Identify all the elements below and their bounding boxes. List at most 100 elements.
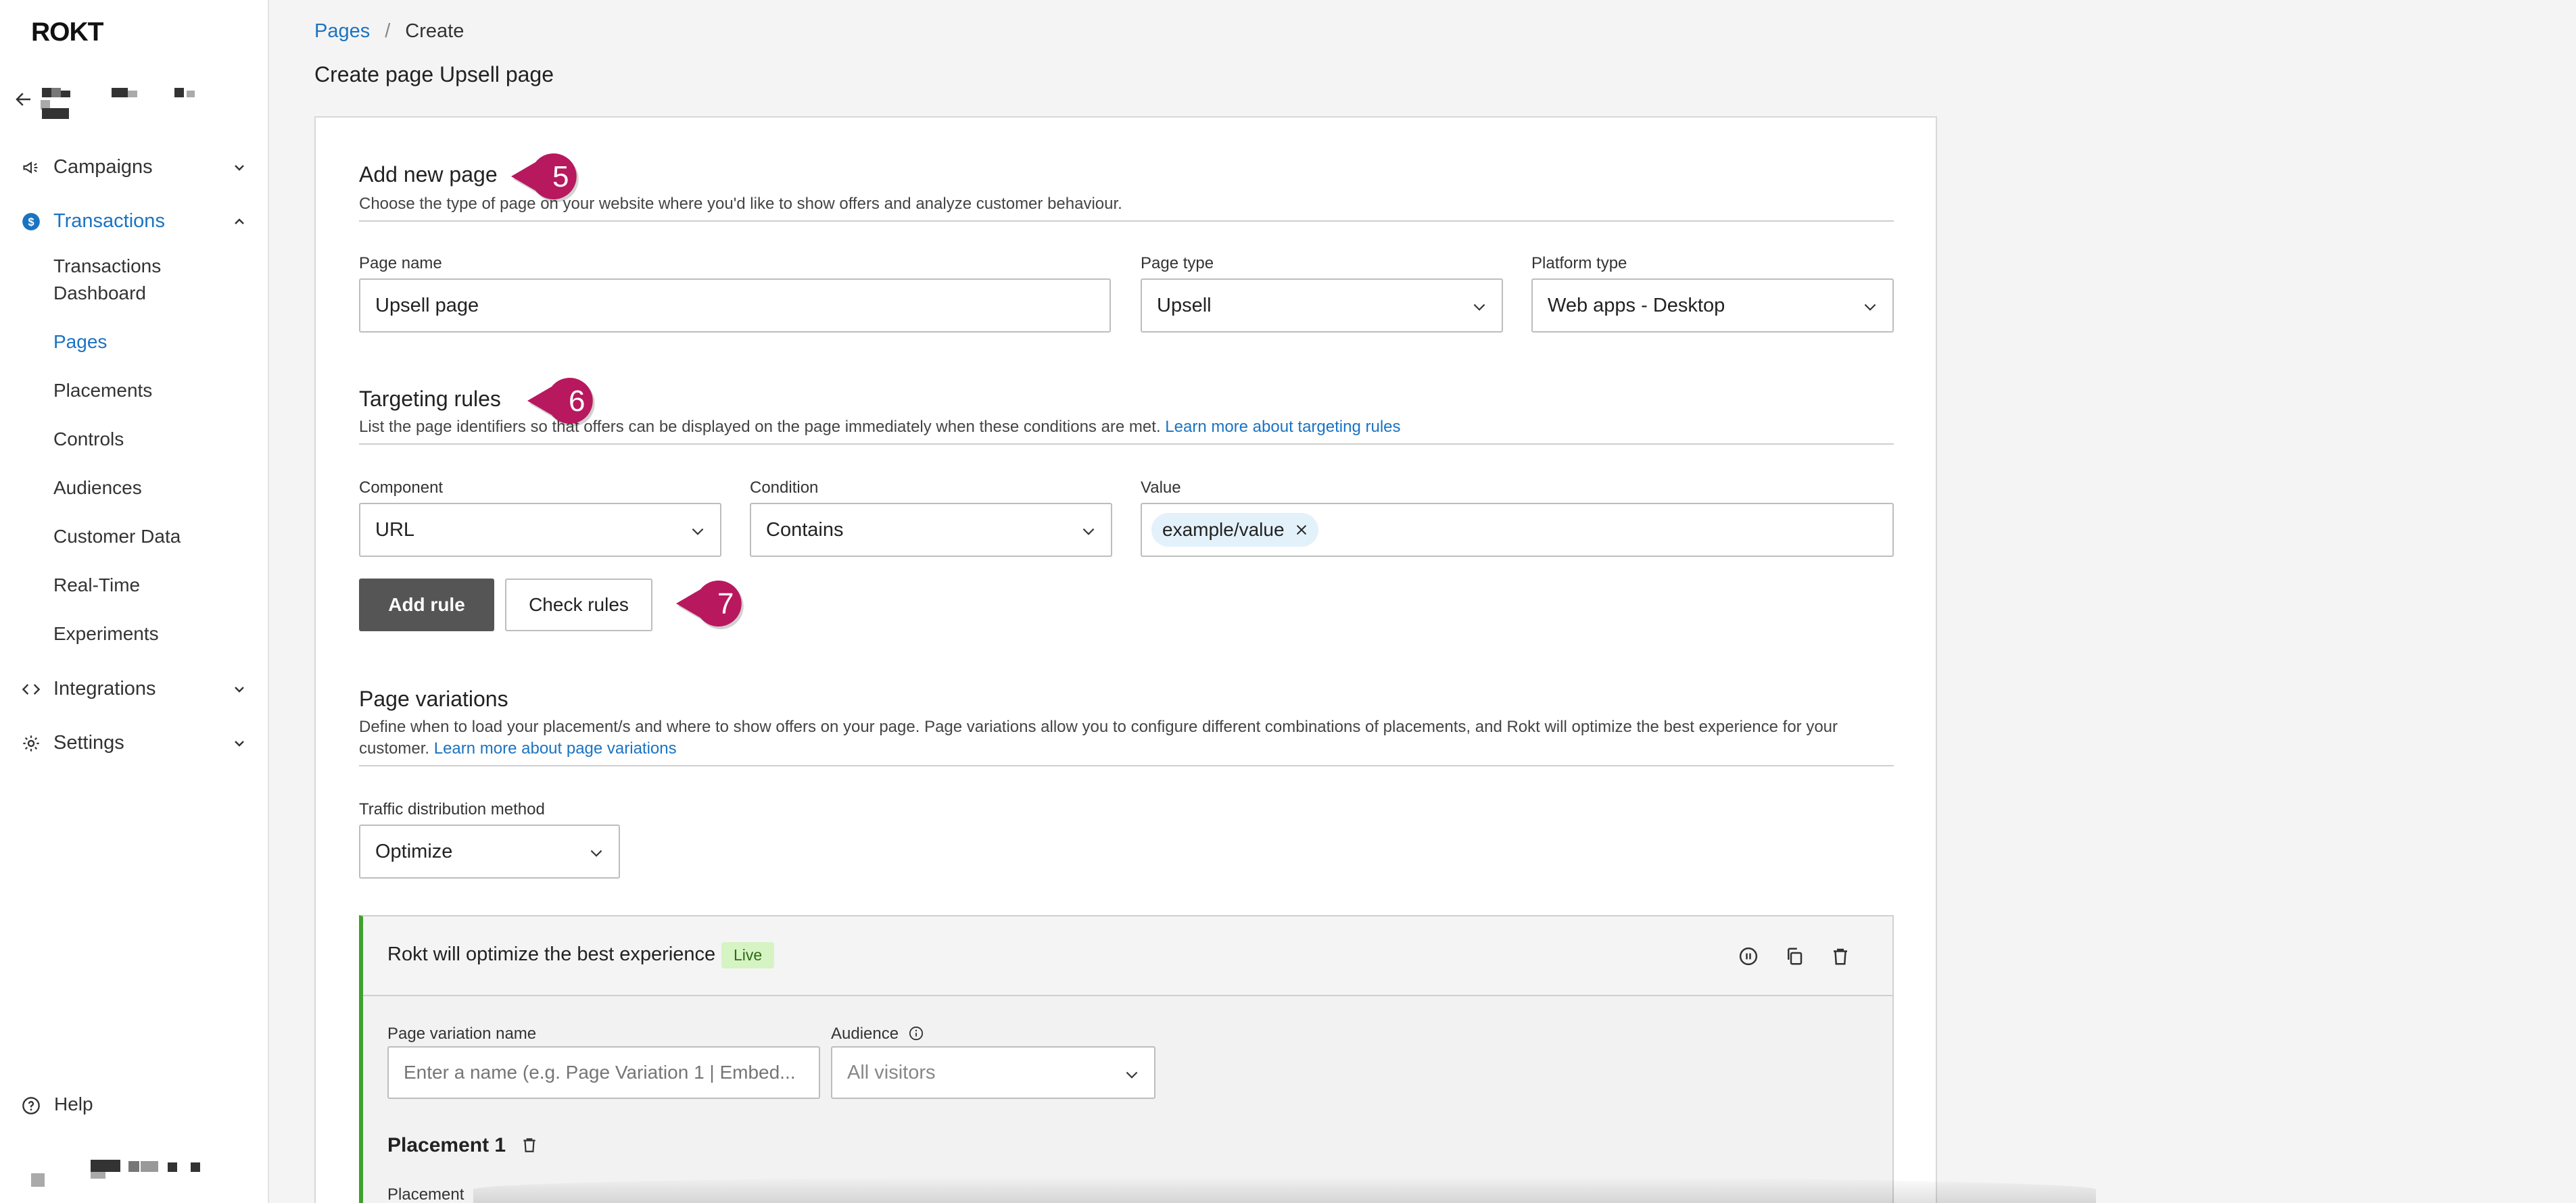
nav-customer-data[interactable]: Customer Data (53, 523, 181, 550)
nav-campaigns-label: Campaigns (53, 155, 153, 178)
add-rule-button[interactable]: Add rule (359, 579, 494, 631)
help-link[interactable]: Help (22, 1094, 93, 1115)
placement-1-title: Placement 1 (387, 1134, 506, 1156)
nav-real-time[interactable]: Real-Time (53, 572, 140, 599)
breadcrumb-pages-link[interactable]: Pages (314, 20, 370, 42)
page-name-input[interactable] (359, 278, 1111, 333)
create-page-form: Add new page Choose the type of page on … (314, 116, 1937, 1203)
chevron-down-icon (1082, 528, 1095, 535)
scroll-shadow (473, 1176, 2096, 1203)
audience-value: All visitors (847, 1061, 936, 1083)
svg-text:$: $ (28, 216, 34, 228)
platform-type-select[interactable]: Web apps - Desktop (1531, 278, 1894, 333)
traffic-distribution-label: Traffic distribution method (359, 800, 545, 818)
nav-integrations-label: Integrations (53, 677, 156, 699)
value-chip: example/value (1151, 513, 1318, 547)
chevron-down-icon (1126, 1071, 1138, 1079)
breadcrumb-separator: / (385, 20, 391, 42)
audience-label: Audience (831, 1025, 899, 1043)
dollar-icon: $ (22, 213, 40, 230)
targeting-rules-title: Targeting rules (359, 387, 501, 411)
info-icon[interactable] (909, 1026, 924, 1041)
audience-label-wrap: Audience (831, 1025, 924, 1044)
account-switcher[interactable] (14, 81, 243, 122)
pause-icon[interactable] (1738, 946, 1759, 966)
help-circle-icon (22, 1097, 40, 1114)
value-chip-label: example/value (1162, 519, 1285, 540)
platform-type-value: Web apps - Desktop (1548, 294, 1725, 316)
page-name-label: Page name (359, 254, 442, 272)
chevron-down-icon (235, 165, 244, 171)
page-variation-panel: Rokt will optimize the best experience L… (359, 915, 1894, 1203)
nav-campaigns[interactable]: Campaigns (0, 147, 269, 187)
nav-controls[interactable]: Controls (53, 426, 124, 453)
learn-more-variations-link[interactable]: Learn more about page variations (434, 739, 677, 758)
component-label: Component (359, 478, 444, 497)
page-variation-name-label: Page variation name (387, 1025, 537, 1043)
condition-select[interactable]: Contains (750, 503, 1112, 557)
megaphone-icon (23, 162, 38, 174)
traffic-distribution-select[interactable]: Optimize (359, 825, 620, 879)
nav-settings-label: Settings (53, 731, 124, 754)
placement-1-header: Placement 1 (387, 1134, 538, 1157)
condition-label: Condition (750, 478, 819, 497)
page-variation-title: Rokt will optimize the best experience (387, 943, 716, 965)
chevron-up-icon (235, 218, 244, 224)
chevron-down-icon (590, 850, 602, 857)
page-type-value: Upsell (1157, 294, 1212, 316)
trash-icon[interactable] (1830, 946, 1851, 966)
page-type-select[interactable]: Upsell (1141, 278, 1503, 333)
chevron-down-icon (1864, 303, 1876, 311)
page-variations-description: Define when to load your placement/s and… (359, 718, 1838, 758)
rokt-logo[interactable]: ROKT (31, 18, 103, 47)
nav-transactions-label: Transactions (53, 210, 165, 232)
page-type-label: Page type (1141, 254, 1214, 272)
nav-transactions-dashboard[interactable]: Transactions Dashboard (53, 253, 161, 307)
page-title: Create page Upsell page (314, 62, 554, 87)
divider (359, 220, 1894, 222)
value-label: Value (1141, 478, 1181, 497)
breadcrumb-current: Create (405, 20, 464, 42)
arrow-left-icon[interactable] (14, 89, 34, 109)
nav-transactions[interactable]: $ Transactions (0, 201, 269, 241)
condition-value: Contains (766, 518, 844, 541)
add-new-page-title: Add new page (359, 162, 498, 187)
help-label: Help (54, 1094, 93, 1114)
page-variation-header: Rokt will optimize the best experience L… (363, 916, 1892, 996)
trash-icon[interactable] (521, 1136, 538, 1154)
divider (359, 765, 1894, 766)
chevron-down-icon (692, 528, 704, 535)
component-select[interactable]: URL (359, 503, 721, 557)
sidebar: ROKT Campaigns $ Transactions Transactio… (0, 0, 269, 1203)
nav-audiences[interactable]: Audiences (53, 474, 142, 501)
nav-pages[interactable]: Pages (53, 328, 107, 355)
breadcrumb: Pages / Create (314, 20, 464, 43)
callout-number: 5 (552, 160, 569, 193)
page-variations-title: Page variations (359, 687, 508, 711)
callout-number: 7 (717, 587, 734, 620)
nav-integrations[interactable]: Integrations (0, 669, 269, 708)
gear-icon (23, 735, 39, 752)
chevron-down-icon (235, 687, 244, 693)
component-value: URL (375, 518, 415, 541)
code-icon (22, 684, 41, 695)
nav-settings[interactable]: Settings (0, 723, 269, 762)
page-variation-name-input[interactable] (387, 1046, 820, 1099)
copy-icon[interactable] (1784, 946, 1805, 966)
callout-number: 6 (569, 385, 586, 418)
status-badge: Live (721, 942, 775, 968)
close-icon[interactable] (1294, 522, 1309, 537)
chevron-down-icon (1473, 303, 1485, 311)
check-rules-button[interactable]: Check rules (505, 579, 652, 631)
nav-experiments[interactable]: Experiments (53, 620, 159, 647)
value-tag-input[interactable]: example/value (1141, 503, 1894, 557)
chevron-down-icon (235, 741, 244, 747)
redacted-user-profile[interactable] (27, 1157, 216, 1191)
platform-type-label: Platform type (1531, 254, 1627, 272)
traffic-distribution-value: Optimize (375, 840, 453, 862)
placement-label: Placement (387, 1185, 464, 1203)
nav-placements[interactable]: Placements (53, 377, 152, 404)
audience-select[interactable]: All visitors (831, 1046, 1155, 1099)
learn-more-targeting-link[interactable]: Learn more about targeting rules (1165, 418, 1400, 436)
divider (359, 443, 1894, 445)
